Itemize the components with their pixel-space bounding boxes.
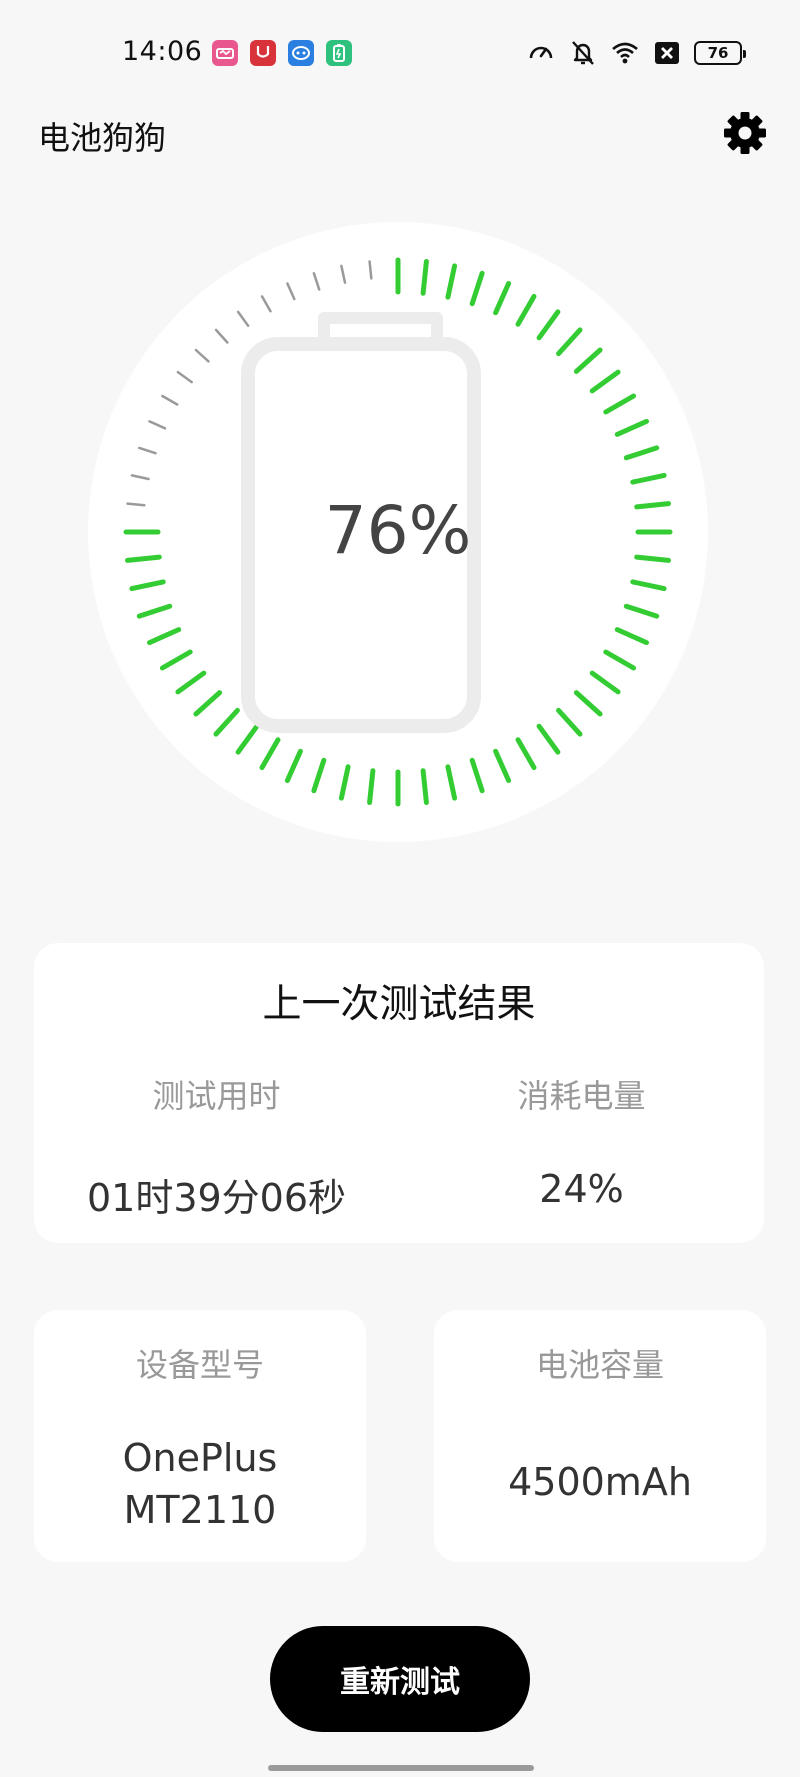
device-model-card: 设备型号 OnePlus MT2110 <box>34 1310 366 1562</box>
settings-gear-icon[interactable] <box>722 110 768 156</box>
device-model-label: 设备型号 <box>135 1346 264 1384</box>
gauge-tick-active <box>420 768 429 805</box>
battery-capacity-card: 电池容量 4500mAh <box>434 1310 766 1562</box>
battery-indicator-icon: 76 <box>694 41 746 65</box>
home-indicator[interactable] <box>268 1765 534 1771</box>
status-time: 14:06 <box>122 36 203 67</box>
battery-gauge: 76% <box>88 222 708 842</box>
notification-app-icon <box>212 40 238 66</box>
retest-button[interactable]: 重新测试 <box>270 1626 530 1732</box>
bell-mute-icon <box>572 41 594 65</box>
battery-capacity-label: 电池容量 <box>535 1346 664 1384</box>
speedometer-icon <box>529 46 553 59</box>
test-duration-value: 01时39分06秒 <box>86 1176 347 1220</box>
consumed-battery-value: 24% <box>539 1167 624 1211</box>
gauge-tick-active <box>367 768 376 805</box>
last-test-result-title: 上一次测试结果 <box>262 982 536 1027</box>
device-model-line2: MT2110 <box>123 1488 277 1532</box>
gauge-tick-inactive <box>368 260 373 280</box>
status-bar: 14:06 76 <box>0 0 800 100</box>
gauge-tick-active <box>420 259 429 296</box>
battery-indicator-level: 76 <box>707 44 729 62</box>
no-sim-icon <box>655 42 679 64</box>
notification-app-icon <box>326 40 352 66</box>
consumed-battery-label: 消耗电量 <box>517 1077 646 1115</box>
notification-app-icon <box>288 40 314 66</box>
notification-app-icon <box>250 40 276 66</box>
system-icons: 76 <box>526 38 746 68</box>
last-test-result-card: 上一次测试结果 测试用时 消耗电量 01时39分06秒 24% <box>34 943 764 1243</box>
battery-percent: 76% <box>324 492 472 569</box>
device-model-value: OnePlus MT2110 <box>34 1432 366 1536</box>
test-duration-label: 测试用时 <box>152 1077 281 1115</box>
wifi-icon <box>612 42 638 64</box>
battery-capacity-value: 4500mAh <box>508 1460 692 1504</box>
app-title: 电池狗狗 <box>38 119 167 157</box>
device-model-line1: OnePlus <box>122 1436 278 1480</box>
